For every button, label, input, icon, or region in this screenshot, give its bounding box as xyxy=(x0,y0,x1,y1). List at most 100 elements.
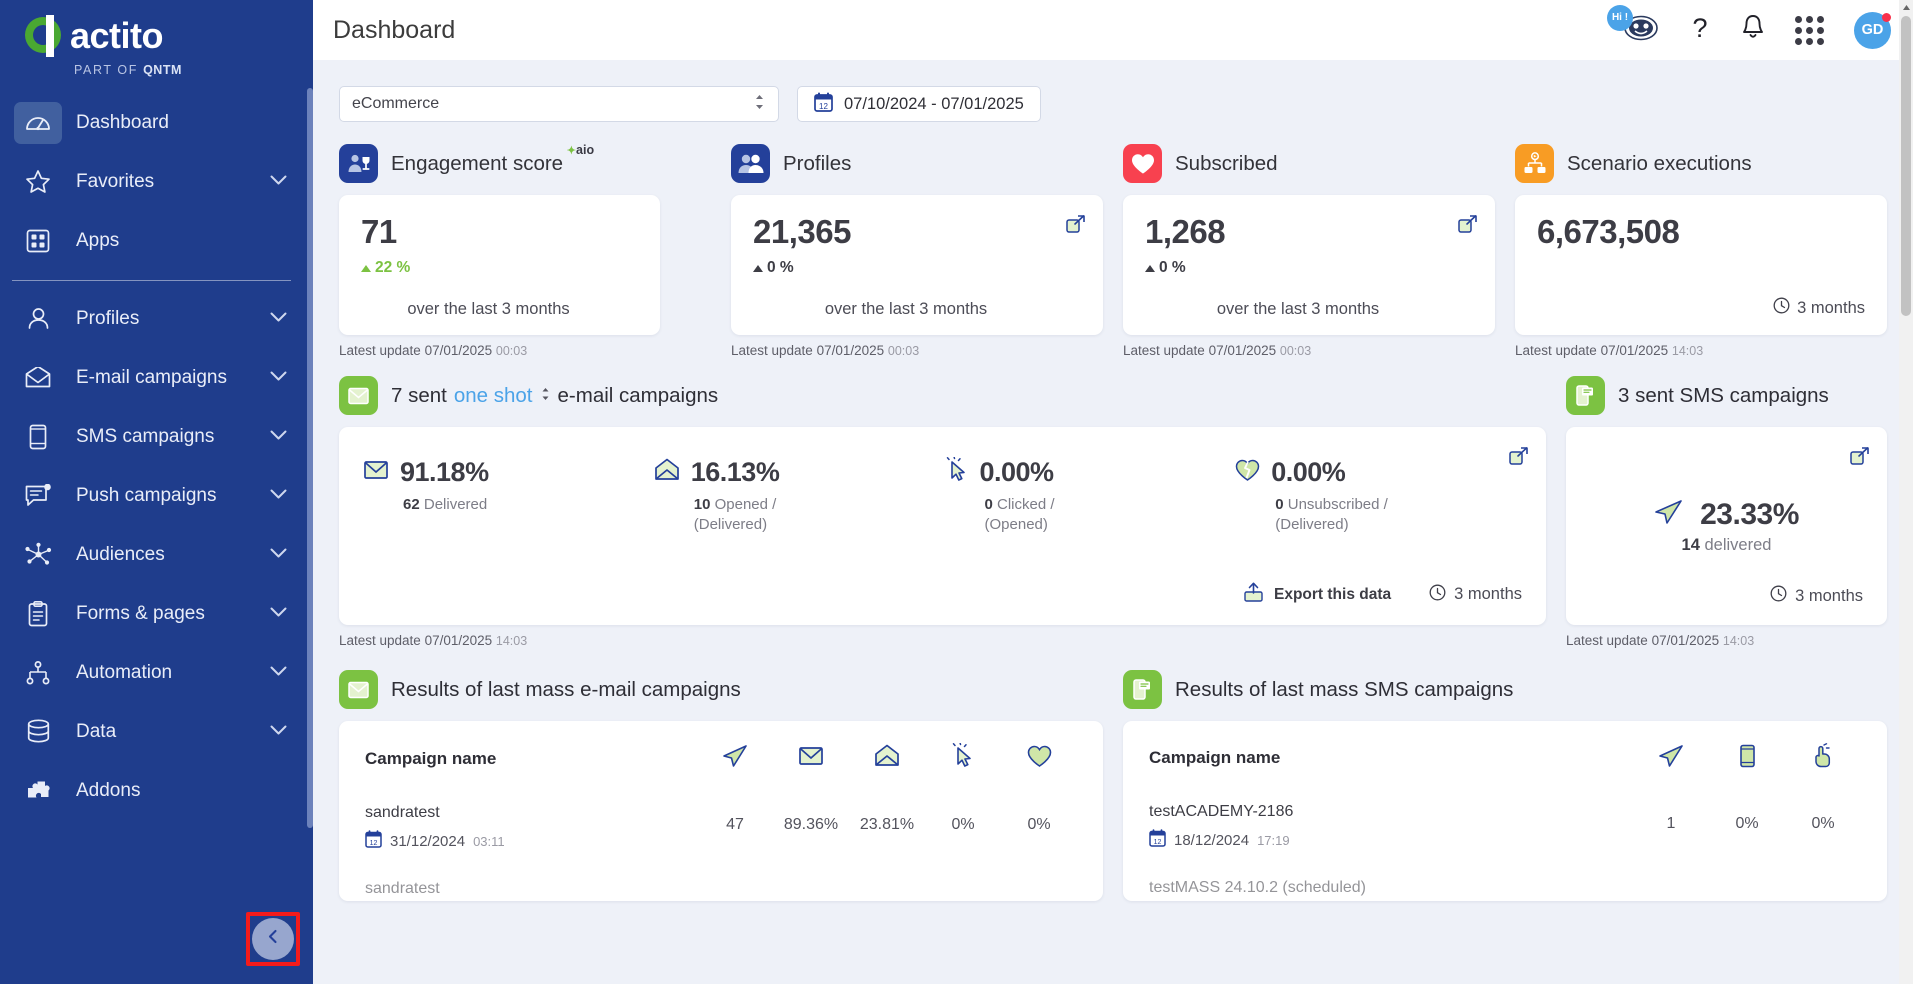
sidebar-item-sms-campaigns[interactable]: SMS campaigns xyxy=(0,407,313,466)
sidebar-item-addons[interactable]: Addons xyxy=(0,761,313,820)
envelope-icon xyxy=(14,357,62,399)
column-header-click-cursor xyxy=(925,741,1001,800)
help-button[interactable]: ? xyxy=(1689,13,1711,48)
chevron-updown-icon[interactable] xyxy=(540,384,551,408)
sms-results-title: Results of last mass SMS campaigns xyxy=(1175,677,1514,701)
collapse-sidebar-button[interactable] xyxy=(252,918,294,960)
column-header-tap-hand xyxy=(1785,743,1861,799)
sent-paperplane-icon xyxy=(1654,498,1684,531)
sms-period-label: 3 months xyxy=(1795,586,1863,605)
stat-top: 16.13% xyxy=(654,457,941,488)
email-type-selector[interactable]: one shot xyxy=(454,384,533,408)
kpi-value: 6,673,508 xyxy=(1537,213,1680,250)
sidebar-item-profiles[interactable]: Profiles xyxy=(0,289,313,348)
chevron-down-icon[interactable] xyxy=(270,369,287,387)
calendar-small-icon: 12 xyxy=(365,830,382,852)
scroll-up-arrow[interactable] xyxy=(1899,0,1913,14)
chevron-down-icon[interactable] xyxy=(270,546,287,564)
kpi-delta: 0 % xyxy=(753,259,1081,277)
apps-menu-button[interactable] xyxy=(1795,15,1824,45)
triangle-up-icon xyxy=(753,264,763,272)
campaign-time-value: 03:11 xyxy=(473,833,505,849)
stat-count: 62 xyxy=(403,496,420,513)
sidebar-item-automation[interactable]: Automation xyxy=(0,643,313,702)
metric-cell: 0% xyxy=(1811,815,1835,832)
kpi-latest-update-time: 14:03 xyxy=(1671,344,1704,358)
sidebar-item-audiences[interactable]: Audiences xyxy=(0,525,313,584)
brand-logo[interactable]: actito PART OF QNTM xyxy=(0,0,313,77)
kpi-header: Subscribed xyxy=(1123,144,1495,183)
chevron-down-icon[interactable] xyxy=(270,723,287,741)
email-stats: 91.18% 62 Delivered 16.13% 10 Opened / (Del… xyxy=(363,455,1522,534)
metric-cell: 1 xyxy=(1666,815,1676,832)
table-row[interactable]: testACADEMY-2186 12 18/12/2024 17:19 1 0% 0% xyxy=(1149,799,1861,875)
table-row[interactable]: sandratest 12 31/12/2024 03:11 47 89.36% 23.81… xyxy=(365,800,1077,876)
campaign-time-value: 17:19 xyxy=(1257,832,1290,848)
actito-logo-mark xyxy=(22,14,64,58)
assistant-hi-badge: Hi ! xyxy=(1607,4,1633,31)
avatar[interactable]: GD xyxy=(1854,11,1891,49)
clock-icon xyxy=(1773,297,1790,319)
email-campaigns-block: 7 sent one shot e-mail campaigns 91.18% … xyxy=(339,376,1546,648)
heart-icon xyxy=(1027,745,1052,772)
kpi-card-engagement-score: Engagement score ✦aio 71 22 % over the last … xyxy=(339,143,711,358)
open-email-detail-link[interactable] xyxy=(1509,447,1528,471)
email-results-table: Campaign name sandratest 12 31/12/2024 03:11… xyxy=(365,741,1077,901)
date-range-picker[interactable]: 12 07/10/2024 - 07/01/2025 xyxy=(797,86,1041,122)
column-header-delivered-envelope xyxy=(773,743,849,800)
campaign-date: 12 31/12/2024 03:11 xyxy=(365,830,697,852)
sms-campaigns-title: 3 sent SMS campaigns xyxy=(1618,383,1829,407)
table-row[interactable]: sandratest xyxy=(365,876,1077,901)
notifications-button[interactable] xyxy=(1741,14,1765,46)
email-latest-update: Latest update 07/01/2025 14:03 xyxy=(339,633,1546,648)
open-detail-link[interactable] xyxy=(1458,215,1477,239)
chevron-down-icon[interactable] xyxy=(270,310,287,328)
stat-label: 62 Delivered xyxy=(403,496,488,513)
sidebar-item-data[interactable]: Data xyxy=(0,702,313,761)
sms-campaigns-block: 3 sent SMS campaigns 23.33% 14 delivered… xyxy=(1566,376,1887,648)
sidebar-item-favorites[interactable]: Favorites xyxy=(0,152,313,211)
chevron-down-icon[interactable] xyxy=(270,173,287,191)
metric-cell xyxy=(1785,875,1861,901)
open-sms-detail-link[interactable] xyxy=(1850,447,1869,471)
chevron-down-icon[interactable] xyxy=(270,428,287,446)
sms-results-block: Results of last mass SMS campaigns Campa… xyxy=(1123,670,1887,901)
page-scrollbar[interactable] xyxy=(1899,0,1913,984)
sidebar-item-e-mail-campaigns[interactable]: E-mail campaigns xyxy=(0,348,313,407)
assistant-button[interactable]: Hi ! xyxy=(1607,4,1659,48)
chevron-down-icon[interactable] xyxy=(270,605,287,623)
stat-percent: 16.13% xyxy=(690,457,780,487)
entity-select[interactable]: eCommerce xyxy=(339,86,779,122)
chevron-down-icon[interactable] xyxy=(270,487,287,505)
network-icon xyxy=(14,534,62,576)
sidebar-item-apps[interactable]: Apps xyxy=(0,211,313,270)
sms-delivery-pct: 23.33% xyxy=(1700,497,1799,531)
sidebar-item-dashboard[interactable]: Dashboard xyxy=(0,93,313,152)
email-latest-update-time: 14:03 xyxy=(495,634,528,648)
stat-count: 0 xyxy=(984,496,993,513)
svg-text:?: ? xyxy=(1692,13,1707,43)
chevron-down-icon[interactable] xyxy=(270,664,287,682)
svg-text:12: 12 xyxy=(370,840,378,847)
svg-text:12: 12 xyxy=(1154,839,1162,846)
sidebar-item-label: Forms & pages xyxy=(76,602,205,624)
sms-period: 3 months xyxy=(1770,585,1863,607)
open-detail-link[interactable] xyxy=(1066,215,1085,239)
kpi-period: over the last 3 months xyxy=(339,300,638,319)
kpi-card-scenario-executions: Scenario executions 6,673,508 3 months Late… xyxy=(1515,144,1887,358)
export-data-label: Export this data xyxy=(1273,585,1392,603)
kpi-header: Scenario executions xyxy=(1515,144,1887,183)
phone-icon xyxy=(1739,744,1756,772)
kpi-delta: 22 % xyxy=(361,259,638,277)
top-bar: Dashboard Hi ! ? GD xyxy=(313,0,1913,60)
email-results-card: Campaign name sandratest 12 31/12/2024 03:11… xyxy=(339,721,1103,901)
kpi-latest-update-label: Latest update 07/01/2025 xyxy=(731,343,885,358)
sms-results-table: Campaign name testACADEMY-2186 12 18/12/202… xyxy=(1149,743,1861,901)
sidebar-item-forms-pages[interactable]: Forms & pages xyxy=(0,584,313,643)
sidebar-item-push-campaigns[interactable]: Push campaigns xyxy=(0,466,313,525)
table-row[interactable]: testMASS 24.10.2 (scheduled) xyxy=(1149,875,1861,901)
page-scroll-thumb[interactable] xyxy=(1901,16,1911,316)
metric-cell xyxy=(925,876,1001,901)
export-data-button[interactable]: Export this data xyxy=(1243,582,1391,607)
kpi-header: Profiles xyxy=(731,144,1103,183)
